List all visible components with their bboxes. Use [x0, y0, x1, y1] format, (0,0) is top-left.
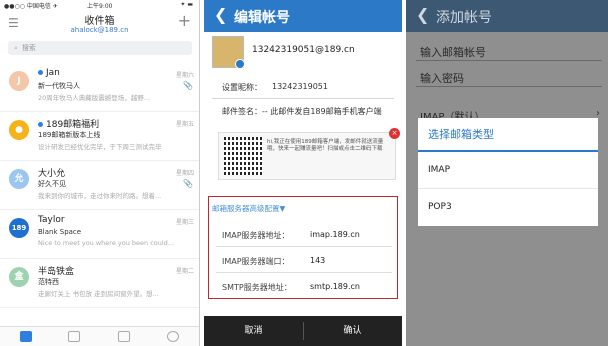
nickname-value: 13242319051: [272, 82, 328, 91]
add-account-screen: ❮ 添加帐号 输入邮箱帐号 输入密码 IMAP（默认） › 选择邮箱类型 IMA…: [406, 0, 608, 346]
confirm-button[interactable]: 确认: [303, 316, 402, 346]
imap-server-field[interactable]: IMAP服务器地址： imap.189.cn: [216, 223, 392, 247]
avatar: ●: [9, 120, 29, 140]
mail-date: 星期二: [175, 268, 194, 275]
battery-icon: ✦ ▬: [180, 1, 193, 8]
inbox-title: 收件箱: [84, 16, 115, 27]
signature-field[interactable]: 邮件签名：-- 此邮件发自189邮箱手机客户端: [222, 107, 394, 117]
mail-item-189-welfare[interactable]: ● 189邮箱福利 189邮箱新版本上线 设计研发已经优化完毕，于下周三测试完毕…: [0, 113, 199, 161]
cancel-button[interactable]: 取消: [204, 316, 303, 346]
smtp-server-field[interactable]: SMTP服务器地址： smtp.189.cn: [216, 275, 392, 299]
signature-value: -- 此邮件发自189邮箱手机客户端: [262, 107, 382, 116]
mail-sender: Jan: [46, 68, 60, 78]
ad-text: hi,我正在使用189邮箱客户端，发邮件就送流量哦，快来一起赚流量吧！扫描或点击…: [267, 139, 384, 152]
imap-server-label: IMAP服务器地址：: [222, 231, 290, 240]
edit-account-screen: ❮ 编辑帐号 13242319051@189.cn 设置昵称： 13242319…: [204, 0, 402, 346]
inbox-header: ☰ 收件箱 ahalock@189.cn +: [0, 10, 199, 38]
mail-subject: Blank Space: [38, 228, 82, 236]
back-chevron-icon[interactable]: ❮: [416, 5, 429, 24]
mail-item-jan[interactable]: J Jan 新一代牧马人 20周年牧马人典藏版震撼登场，越野... 星期六 📎: [0, 64, 199, 112]
mail-item-taylor[interactable]: 189 Taylor Blank Space Nice to meet you …: [0, 211, 199, 259]
compose-plus-icon[interactable]: +: [178, 11, 191, 30]
mail-subject: 好久不见: [38, 180, 66, 188]
imap-port-value: 143: [310, 256, 326, 265]
edit-footer: 取消 确认: [204, 316, 402, 346]
tab-mail-icon[interactable]: [20, 331, 32, 342]
mail-sender: 189邮箱福利: [46, 120, 100, 130]
inbox-screen: ●●○○ 中国电信 ✈ 上午9:00 ✦ ▬ ☰ 收件箱 ahalock@189…: [0, 0, 200, 346]
mail-subject: 新一代牧马人: [38, 82, 80, 90]
mail-date: 星期六: [175, 72, 194, 79]
mail-type-dialog: 选择邮箱类型 IMAP POP3: [418, 118, 598, 226]
nickname-label: 设置昵称：: [222, 83, 262, 92]
avatar: 允: [9, 169, 29, 189]
tab-notes-icon[interactable]: [118, 331, 130, 342]
edit-title: 编辑帐号: [234, 10, 290, 26]
mail-subject: 189邮箱新版本上线: [38, 131, 101, 139]
mail-sender: 大小允: [38, 169, 66, 179]
mail-preview: 设计研发已经优化完毕，于下周三测试完毕: [38, 143, 162, 151]
add-title: 添加帐号: [436, 10, 492, 26]
tab-profile-icon[interactable]: [167, 331, 179, 342]
avatar[interactable]: [212, 36, 245, 69]
camera-icon[interactable]: [235, 59, 245, 69]
mail-date: 星期三: [175, 219, 194, 226]
dialog-title: 选择邮箱类型: [428, 128, 494, 141]
bottom-tab-bar: [0, 326, 199, 346]
imap-port-label: IMAP服务器端口：: [222, 257, 290, 266]
avatar: J: [9, 71, 29, 91]
search-input[interactable]: ⌕ 搜索: [8, 41, 192, 55]
avatar: 189: [9, 218, 29, 238]
mail-subject: 范特西: [38, 278, 59, 286]
mail-date: 星期四: [175, 170, 194, 177]
mail-sender: 半岛铁盒: [38, 267, 75, 277]
imap-server-value: imap.189.cn: [310, 230, 360, 239]
mail-preview: Nice to meet you where you been could...: [38, 239, 175, 247]
advanced-settings-toggle[interactable]: 邮箱服务器高级配置▼: [212, 203, 285, 214]
mail-date: 星期五: [175, 121, 194, 128]
email-input-label[interactable]: 输入邮箱帐号: [420, 44, 486, 60]
search-icon: ⌕: [14, 44, 18, 52]
smtp-server-label: SMTP服务器地址：: [222, 283, 292, 292]
clock-label: 上午9:00: [87, 3, 113, 10]
close-icon[interactable]: ×: [389, 128, 400, 139]
mail-preview: 走廊灯关上 书包放 走到房间窗外望。想...: [38, 290, 159, 298]
signature-label: 邮件签名：: [222, 107, 262, 116]
profile-row: 13242319051@189.cn: [212, 36, 394, 70]
tab-calendar-icon[interactable]: [68, 331, 80, 342]
option-pop3[interactable]: POP3: [428, 202, 452, 212]
search-placeholder: 搜索: [21, 44, 36, 52]
account-email: 13242319051@189.cn: [252, 45, 355, 55]
unread-dot-icon: [38, 122, 43, 127]
smtp-server-value: smtp.189.cn: [310, 282, 360, 291]
carrier-label: ●●○○ 中国电信 ✈: [4, 3, 58, 10]
status-bar: ●●○○ 中国电信 ✈ 上午9:00 ✦ ▬: [0, 0, 199, 10]
back-chevron-icon[interactable]: ❮: [214, 5, 227, 24]
signature-ad-card: hi,我正在使用189邮箱客户端，发邮件就送流量哦，快来一起赚流量吧！扫描或点击…: [218, 128, 400, 180]
add-header: ❮ 添加帐号: [406, 0, 608, 32]
nickname-field[interactable]: 设置昵称： 13242319051: [212, 77, 394, 99]
account-address[interactable]: ahalock@189.cn: [0, 26, 199, 34]
avatar: 盒: [9, 267, 29, 287]
imap-port-field[interactable]: IMAP服务器端口： 143: [216, 249, 392, 273]
mail-item-peninsula[interactable]: 盒 半岛铁盒 范特西 走廊灯关上 书包放 走到房间窗外望。想... 星期二: [0, 260, 199, 308]
attachment-icon: 📎: [183, 179, 193, 188]
unread-dot-icon: [38, 70, 43, 75]
mail-item-daxiaoyun[interactable]: 允 大小允 好久不见 我来到你的城市，走过你来时的路。想着... 星期四 📎: [0, 162, 199, 210]
mail-preview: 20周年牧马人典藏版震撼登场，越野...: [38, 94, 150, 102]
password-input-label[interactable]: 输入密码: [420, 70, 464, 86]
attachment-icon: 📎: [183, 81, 193, 90]
mail-sender: Taylor: [38, 215, 65, 225]
option-imap[interactable]: IMAP: [428, 165, 450, 175]
edit-header: ❮ 编辑帐号: [204, 0, 402, 32]
mail-preview: 我来到你的城市，走过你来时的路。想着...: [38, 192, 162, 200]
